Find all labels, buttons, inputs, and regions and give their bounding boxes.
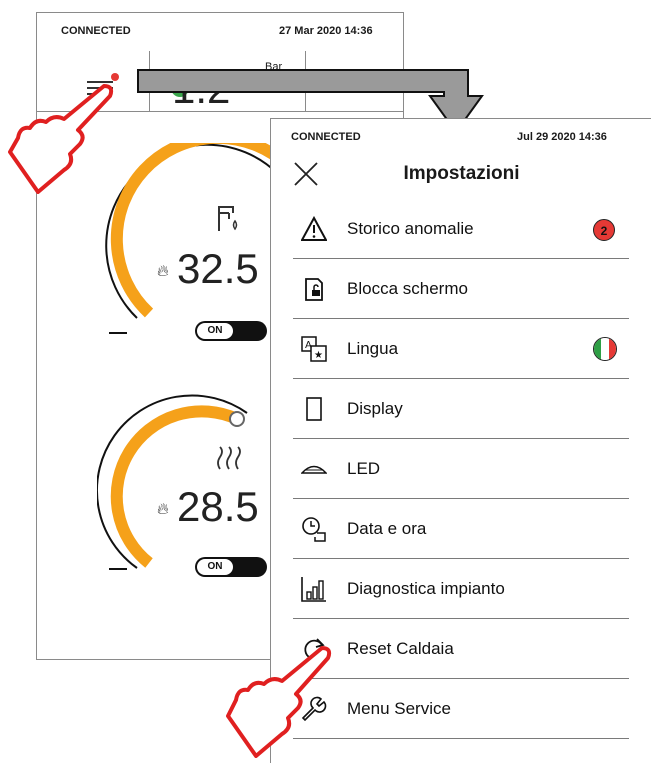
panel-date-time: Jul 29 2020 14:36 (517, 131, 607, 143)
menu-item-label: Reset Caldaia (347, 639, 454, 658)
dhw-temperature-value: 32.5 (177, 245, 259, 292)
heating-decrease-button[interactable] (109, 568, 127, 570)
menu-item-led[interactable]: LED (293, 439, 629, 499)
bg-status-text: CONNECTED (61, 25, 131, 37)
tap-icon (218, 206, 238, 231)
menu-item-label: Blocca schermo (347, 279, 468, 298)
bg-date-time: 27 Mar 2020 14:36 (279, 25, 373, 37)
language-icon: A ★ (301, 336, 327, 362)
menu-item-menu-service[interactable]: Menu Service (293, 679, 629, 739)
dhw-decrease-button[interactable] (109, 332, 127, 334)
pointing-hand-icon (8, 84, 114, 194)
panel-status-text: CONNECTED (291, 131, 361, 143)
dhw-toggle-label: ON (197, 323, 233, 339)
menu-item-label: LED (347, 459, 381, 478)
anomalies-count-badge: 2 (593, 219, 615, 241)
menu-item-display[interactable]: Display (293, 379, 629, 439)
led-icon (301, 465, 327, 474)
lock-screen-icon (305, 278, 323, 301)
menu-item-label: Data e ora (347, 519, 427, 538)
menu-item-label: Diagnostica impianto (347, 579, 505, 598)
settings-menu-list: Storico anomalie 2 Blocca schermo A ★ Li… (293, 199, 629, 739)
menu-item-label: Menu Service (347, 699, 451, 718)
menu-item-blocca-schermo[interactable]: Blocca schermo (293, 259, 629, 319)
menu-item-label: Display (347, 399, 403, 418)
service-icon[interactable]: ✎ (323, 77, 338, 98)
flame-icon: 🔥︎ (157, 501, 169, 518)
page-title: Impostazioni (403, 163, 520, 184)
heating-icon (217, 446, 241, 470)
svg-text:★: ★ (314, 350, 323, 361)
menu-item-reset-caldaia[interactable]: Reset Caldaia (293, 619, 629, 679)
heating-toggle-label: ON (197, 559, 233, 575)
bar-chart-icon (301, 577, 326, 602)
display-icon (306, 397, 322, 421)
svg-text:A: A (305, 340, 312, 351)
menu-item-data-e-ora[interactable]: Data e ora (293, 499, 629, 559)
menu-item-label: Lingua (347, 339, 399, 358)
clock-calendar-icon (302, 517, 326, 542)
pressure-value: 1.2 (172, 65, 231, 112)
menu-item-storico-anomalie[interactable]: Storico anomalie 2 (293, 199, 629, 259)
menu-item-diagnostica-impianto[interactable]: Diagnostica impianto (293, 559, 629, 619)
pressure-unit: Bar (265, 61, 283, 73)
header-divider (149, 51, 150, 111)
italy-flag-icon (593, 337, 617, 361)
header-divider (305, 51, 306, 111)
heating-toggle[interactable]: ON (195, 557, 267, 577)
dhw-toggle[interactable]: ON (195, 321, 267, 341)
menu-item-label: Storico anomalie (347, 219, 474, 238)
flame-icon: 🔥︎ (157, 263, 169, 280)
menu-item-lingua[interactable]: A ★ Lingua (293, 319, 629, 379)
warning-icon (301, 216, 327, 241)
heating-temperature-value: 28.5 (177, 483, 259, 530)
pointing-hand-icon (226, 646, 332, 758)
